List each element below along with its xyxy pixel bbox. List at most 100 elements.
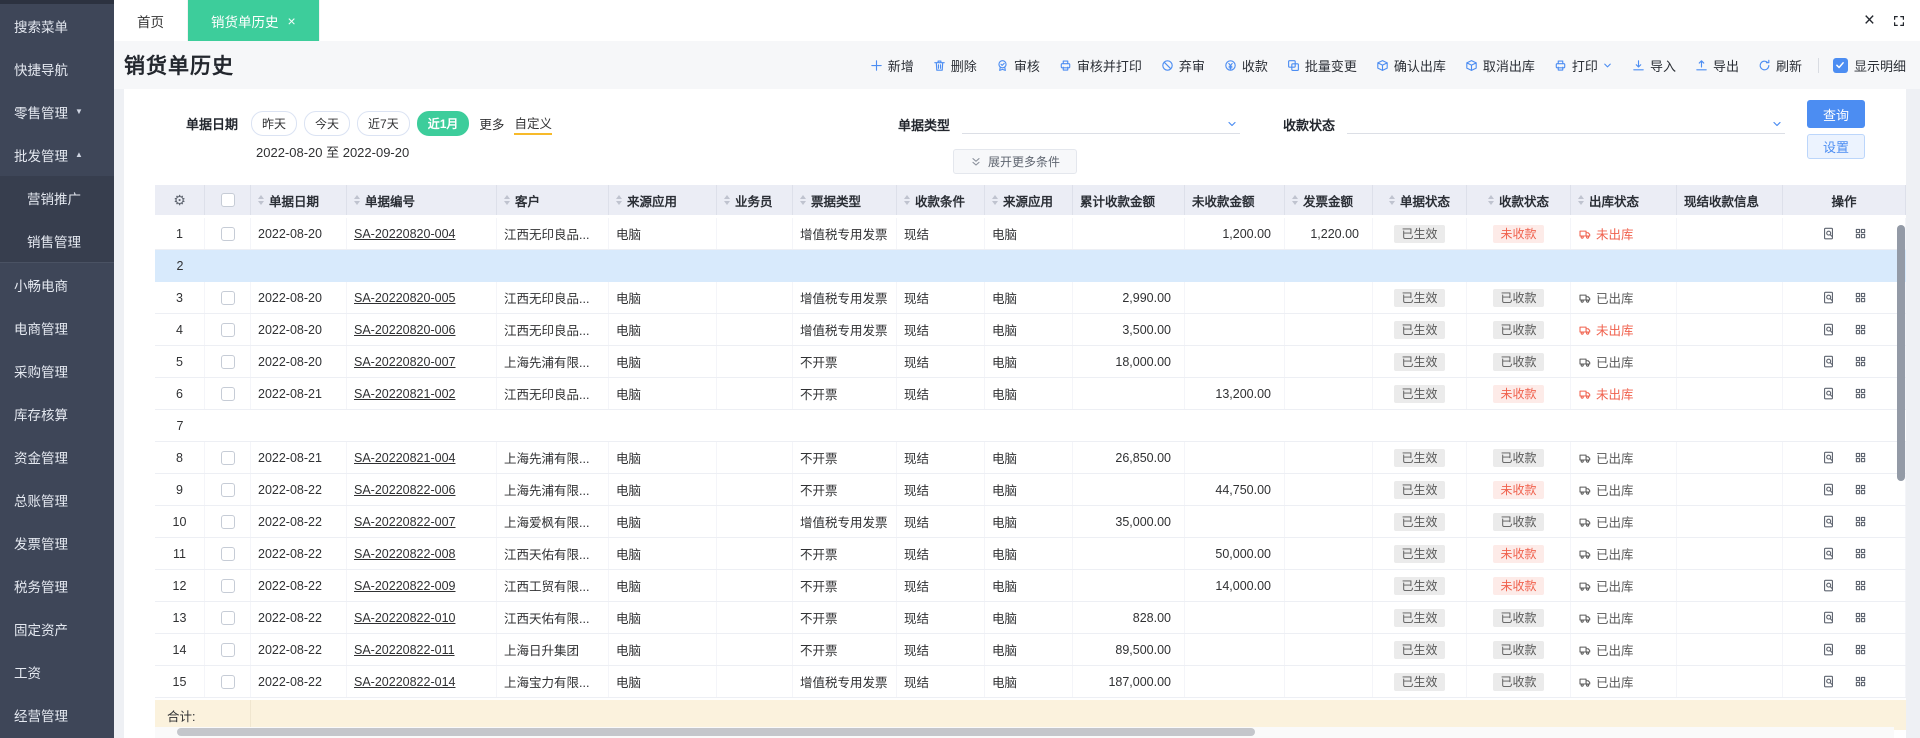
table-row[interactable]: 15 2022-08-22 SA-20220822-014 上海宝力有限... 电脑 增值…: [155, 666, 1906, 698]
sidebar-item-retail[interactable]: 零售管理 ▼: [0, 90, 114, 133]
more-actions-icon[interactable]: [1853, 226, 1868, 241]
order-number-link[interactable]: SA-20220822-011: [354, 643, 455, 657]
sort-icon[interactable]: [1292, 195, 1298, 205]
sort-icon[interactable]: [616, 195, 622, 205]
select-all-checkbox[interactable]: [220, 193, 235, 207]
row-checkbox[interactable]: [220, 386, 235, 401]
more-actions-icon[interactable]: [1853, 450, 1868, 465]
table-row[interactable]: 1 2022-08-20 SA-20220820-004 江西无印良品... 电脑 增值税…: [155, 218, 1906, 250]
table-row[interactable]: 6 2022-08-21 SA-20220821-002 江西无印良品... 电脑 不开票…: [155, 378, 1906, 410]
tab-close-icon[interactable]: ×: [288, 14, 296, 28]
batch-change-button[interactable]: 批量变更: [1286, 56, 1357, 75]
sort-icon[interactable]: [1578, 195, 1584, 205]
table-row[interactable]: 9 2022-08-22 SA-20220822-006 上海先浦有限... 电脑 不开票…: [155, 474, 1906, 506]
settings-button[interactable]: 设置: [1807, 134, 1865, 159]
order-number-link[interactable]: SA-20220820-007: [354, 355, 455, 369]
h-scrollbar-track[interactable]: [155, 727, 1894, 738]
sort-icon[interactable]: [800, 195, 806, 205]
row-checkbox[interactable]: [220, 322, 235, 337]
sidebar-item-inventory[interactable]: 库存核算: [0, 392, 114, 435]
sort-icon[interactable]: [1487, 195, 1494, 205]
confirm-outbound-button[interactable]: 确认出库: [1375, 56, 1446, 75]
table-row[interactable]: 13 2022-08-22 SA-20220822-010 江西天佑有限... 电脑 不开…: [155, 602, 1906, 634]
table-row[interactable]: 14 2022-08-22 SA-20220822-011 上海日升集团 电脑 不开票 现结…: [155, 634, 1906, 666]
row-checkbox[interactable]: [220, 226, 235, 241]
show-detail-toggle[interactable]: 显示明细: [1832, 56, 1906, 75]
custom-link[interactable]: 自定义: [514, 113, 552, 135]
sidebar-item-quick-nav[interactable]: 快捷导航: [0, 47, 114, 90]
column-header-bill_type[interactable]: 票据类型: [793, 185, 897, 215]
column-header-source[interactable]: 来源应用: [609, 185, 717, 215]
order-number-link[interactable]: SA-20220822-009: [354, 579, 455, 593]
sidebar-item-purchase[interactable]: 采购管理: [0, 349, 114, 392]
row-checkbox[interactable]: [220, 450, 235, 465]
order-number-link[interactable]: SA-20220822-007: [354, 515, 455, 529]
order-number-link[interactable]: SA-20220820-006: [354, 323, 455, 337]
row-checkbox[interactable]: [220, 354, 235, 369]
more-actions-icon[interactable]: [1853, 578, 1868, 593]
more-actions-icon[interactable]: [1853, 482, 1868, 497]
more-actions-icon[interactable]: [1853, 322, 1868, 337]
more-actions-icon[interactable]: [1853, 642, 1868, 657]
more-actions-icon[interactable]: [1853, 674, 1868, 689]
sidebar-item-payroll[interactable]: 工资: [0, 650, 114, 693]
sort-icon[interactable]: [1388, 195, 1395, 205]
sidebar-item-marketing[interactable]: 营销推广: [0, 176, 114, 219]
column-header-out_status[interactable]: 出库状态: [1571, 185, 1677, 215]
column-header-source2[interactable]: 来源应用: [985, 185, 1073, 215]
table-row[interactable]: 12 2022-08-22 SA-20220822-009 江西工贸有限... 电脑 不开…: [155, 570, 1906, 602]
view-detail-icon[interactable]: [1821, 610, 1836, 625]
column-header-status[interactable]: 单据状态: [1373, 185, 1467, 215]
sort-icon[interactable]: [258, 195, 264, 205]
order-number-link[interactable]: SA-20220822-008: [354, 547, 455, 561]
row-checkbox[interactable]: [220, 546, 235, 561]
sort-icon[interactable]: [354, 195, 360, 205]
column-header-invoice_amount[interactable]: 发票金额: [1285, 185, 1373, 215]
refresh-button[interactable]: 刷新: [1757, 56, 1802, 75]
row-checkbox[interactable]: [220, 482, 235, 497]
h-scrollbar-thumb[interactable]: [177, 728, 1256, 736]
sort-icon[interactable]: [992, 195, 998, 205]
more-actions-icon[interactable]: [1853, 290, 1868, 305]
cancel-outbound-button[interactable]: 取消出库: [1464, 56, 1535, 75]
expand-more-button[interactable]: 展开更多条件: [952, 149, 1078, 174]
order-number-link[interactable]: SA-20220820-004: [354, 227, 455, 241]
column-header-no[interactable]: 单据编号: [347, 185, 497, 215]
table-row[interactable]: 8 2022-08-21 SA-20220821-004 上海先浦有限... 电脑 不开票…: [155, 442, 1906, 474]
sort-icon[interactable]: [904, 195, 910, 205]
table-row[interactable]: 11 2022-08-22 SA-20220822-008 江西天佑有限... 电脑 不开…: [155, 538, 1906, 570]
more-link[interactable]: 更多: [479, 114, 504, 133]
export-button[interactable]: 导出: [1694, 56, 1739, 75]
payment-status-select[interactable]: [1347, 115, 1786, 134]
doc-type-select[interactable]: [962, 115, 1241, 134]
sidebar-item-operations[interactable]: 经营管理: [0, 693, 114, 736]
table-row[interactable]: 3 2022-08-20 SA-20220820-005 江西无印良品... 电脑 增值税…: [155, 282, 1906, 314]
window-close-icon[interactable]: ×: [1864, 11, 1875, 30]
sidebar-item-invoice[interactable]: 发票管理: [0, 521, 114, 564]
sidebar-item-search-menu[interactable]: 搜索菜单: [0, 4, 114, 47]
view-detail-icon[interactable]: [1821, 546, 1836, 561]
order-number-link[interactable]: SA-20220822-006: [354, 483, 455, 497]
sidebar-item-fixed-assets[interactable]: 固定资产: [0, 607, 114, 650]
more-actions-icon[interactable]: [1853, 386, 1868, 401]
print-button[interactable]: 打印: [1553, 56, 1613, 75]
view-detail-icon[interactable]: [1821, 642, 1836, 657]
column-header-pay_status[interactable]: 收款状态: [1467, 185, 1571, 215]
order-number-link[interactable]: SA-20220822-014: [354, 675, 455, 689]
sort-icon[interactable]: [504, 195, 510, 205]
column-header-pay_cond[interactable]: 收款条件: [897, 185, 985, 215]
v-scrollbar-thumb[interactable]: [1897, 225, 1905, 481]
add-button[interactable]: 新增: [869, 56, 914, 75]
date-pill[interactable]: 近1月: [416, 111, 470, 136]
view-detail-icon[interactable]: [1821, 354, 1836, 369]
view-detail-icon[interactable]: [1821, 226, 1836, 241]
delete-button[interactable]: 删除: [932, 56, 977, 75]
sidebar-item-wholesale[interactable]: 批发管理 ▲: [0, 133, 114, 176]
column-header-date[interactable]: 单据日期: [251, 185, 347, 215]
more-actions-icon[interactable]: [1853, 610, 1868, 625]
order-number-link[interactable]: SA-20220820-005: [354, 291, 455, 305]
sidebar-item-ecommerce[interactable]: 电商管理: [0, 306, 114, 349]
sidebar-item-tax[interactable]: 税务管理: [0, 564, 114, 607]
view-detail-icon[interactable]: [1821, 386, 1836, 401]
sidebar-item-xiaochang-ec[interactable]: 小畅电商: [0, 263, 114, 306]
